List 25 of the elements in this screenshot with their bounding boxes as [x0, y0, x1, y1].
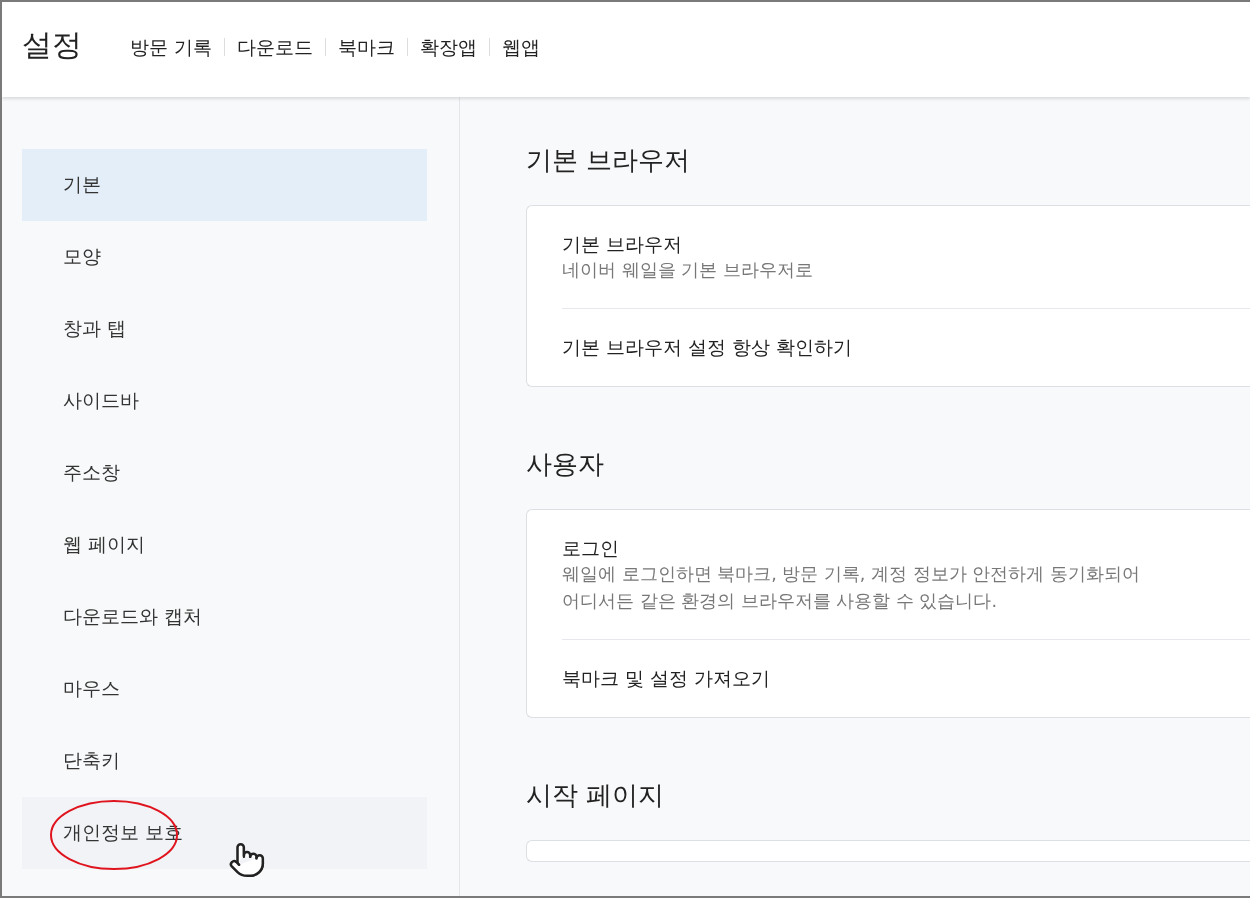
sidebar-item[interactable]: 모양: [22, 221, 427, 293]
setting-title[interactable]: 북마크 및 설정 가져오기: [562, 665, 1250, 691]
setting-title[interactable]: 로그인: [562, 535, 1250, 561]
nav-link[interactable]: 확장앱: [407, 37, 490, 56]
setting-title[interactable]: 기본 브라우저 설정 항상 확인하기: [562, 334, 1250, 360]
setting-description: 어디서든 같은 환경의 브라우저를 사용할 수 있습니다.: [562, 590, 998, 613]
sidebar-item[interactable]: 창과 탭: [22, 293, 427, 365]
nav-link[interactable]: 방문 기록: [118, 37, 225, 56]
nav-link[interactable]: 다운로드: [224, 37, 326, 56]
sidebar-item[interactable]: 주소창: [22, 437, 427, 509]
section-title: 기본 브라우저: [526, 144, 692, 177]
nav-link[interactable]: 웹앱: [489, 37, 553, 56]
section-title: 사용자: [526, 448, 605, 481]
setting-title[interactable]: 기본 브라우저: [562, 231, 1250, 257]
nav-link[interactable]: 북마크: [325, 37, 408, 56]
sidebar-item[interactable]: 사이드바: [22, 365, 427, 437]
section-title: 시작 페이지: [526, 779, 666, 812]
sidebar-item[interactable]: 기본: [22, 149, 427, 221]
sidebar-item[interactable]: 단축키: [22, 725, 427, 797]
page-title: 설정: [22, 26, 82, 64]
setting-description: 웨일에 로그인하면 북마크, 방문 기록, 계정 정보가 안전하게 동기화되어: [562, 563, 1141, 586]
sidebar-item[interactable]: 웹 페이지: [22, 509, 427, 581]
sidebar-item[interactable]: 다운로드와 캡처: [22, 581, 427, 653]
sidebar-item[interactable]: 마우스: [22, 653, 427, 725]
setting-description: 네이버 웨일을 기본 브라우저로: [562, 259, 814, 282]
